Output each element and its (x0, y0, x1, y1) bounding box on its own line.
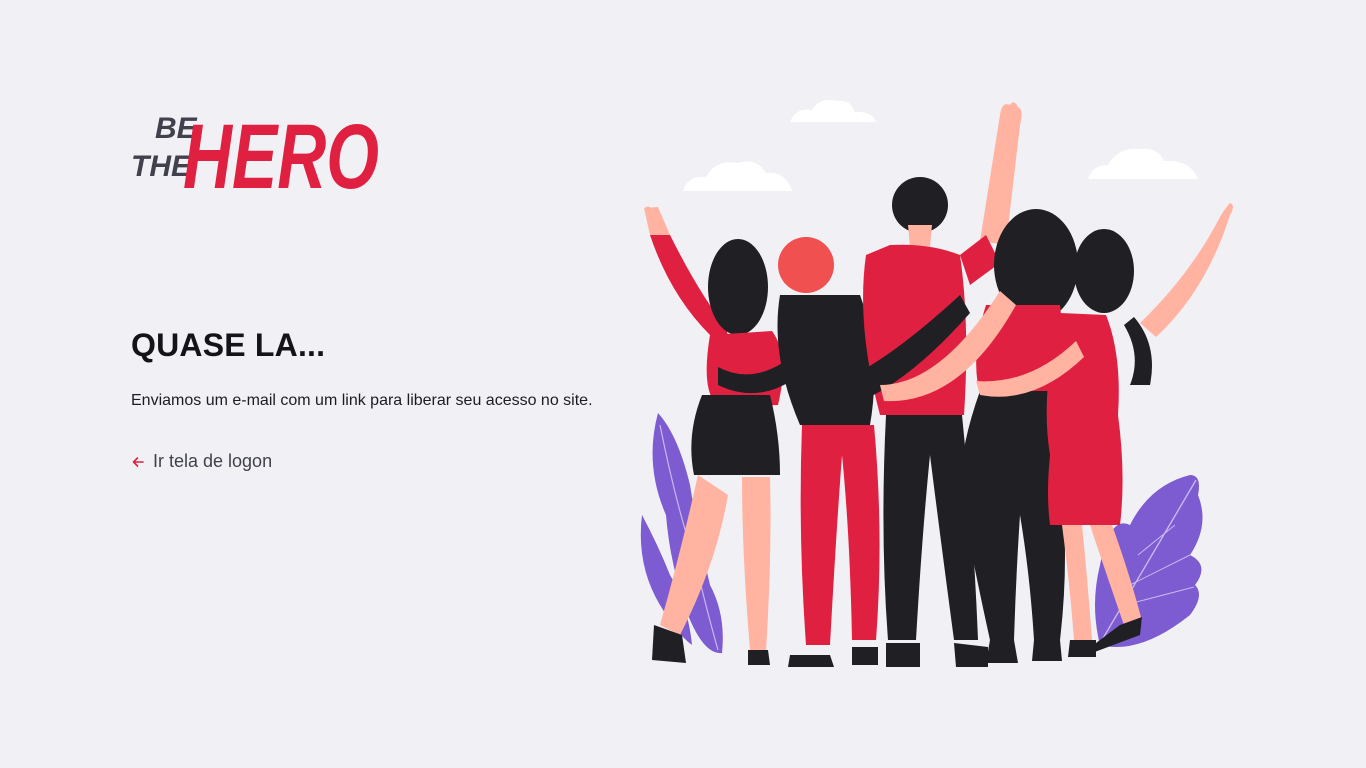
cloud-icon (683, 161, 792, 191)
page: BE THE HERO QUASE LA... Enviamos um e-ma… (0, 0, 1366, 768)
page-title: QUASE LA... (131, 327, 326, 363)
cloud-icon (1088, 148, 1198, 179)
content-section: BE THE HERO QUASE LA... Enviamos um e-ma… (131, 90, 611, 471)
back-link-label: Ir tela de logon (153, 451, 273, 471)
be-the-hero-logo: BE THE HERO (131, 106, 379, 206)
group-of-friends-illustration (640, 100, 1233, 667)
arrow-left-icon (131, 455, 145, 469)
page-description: Enviamos um e-mail com um link para libe… (131, 392, 593, 409)
logo-hero: HERO (183, 106, 379, 206)
cloud-icon (790, 100, 876, 122)
back-to-logon-link[interactable]: Ir tela de logon (131, 451, 272, 472)
